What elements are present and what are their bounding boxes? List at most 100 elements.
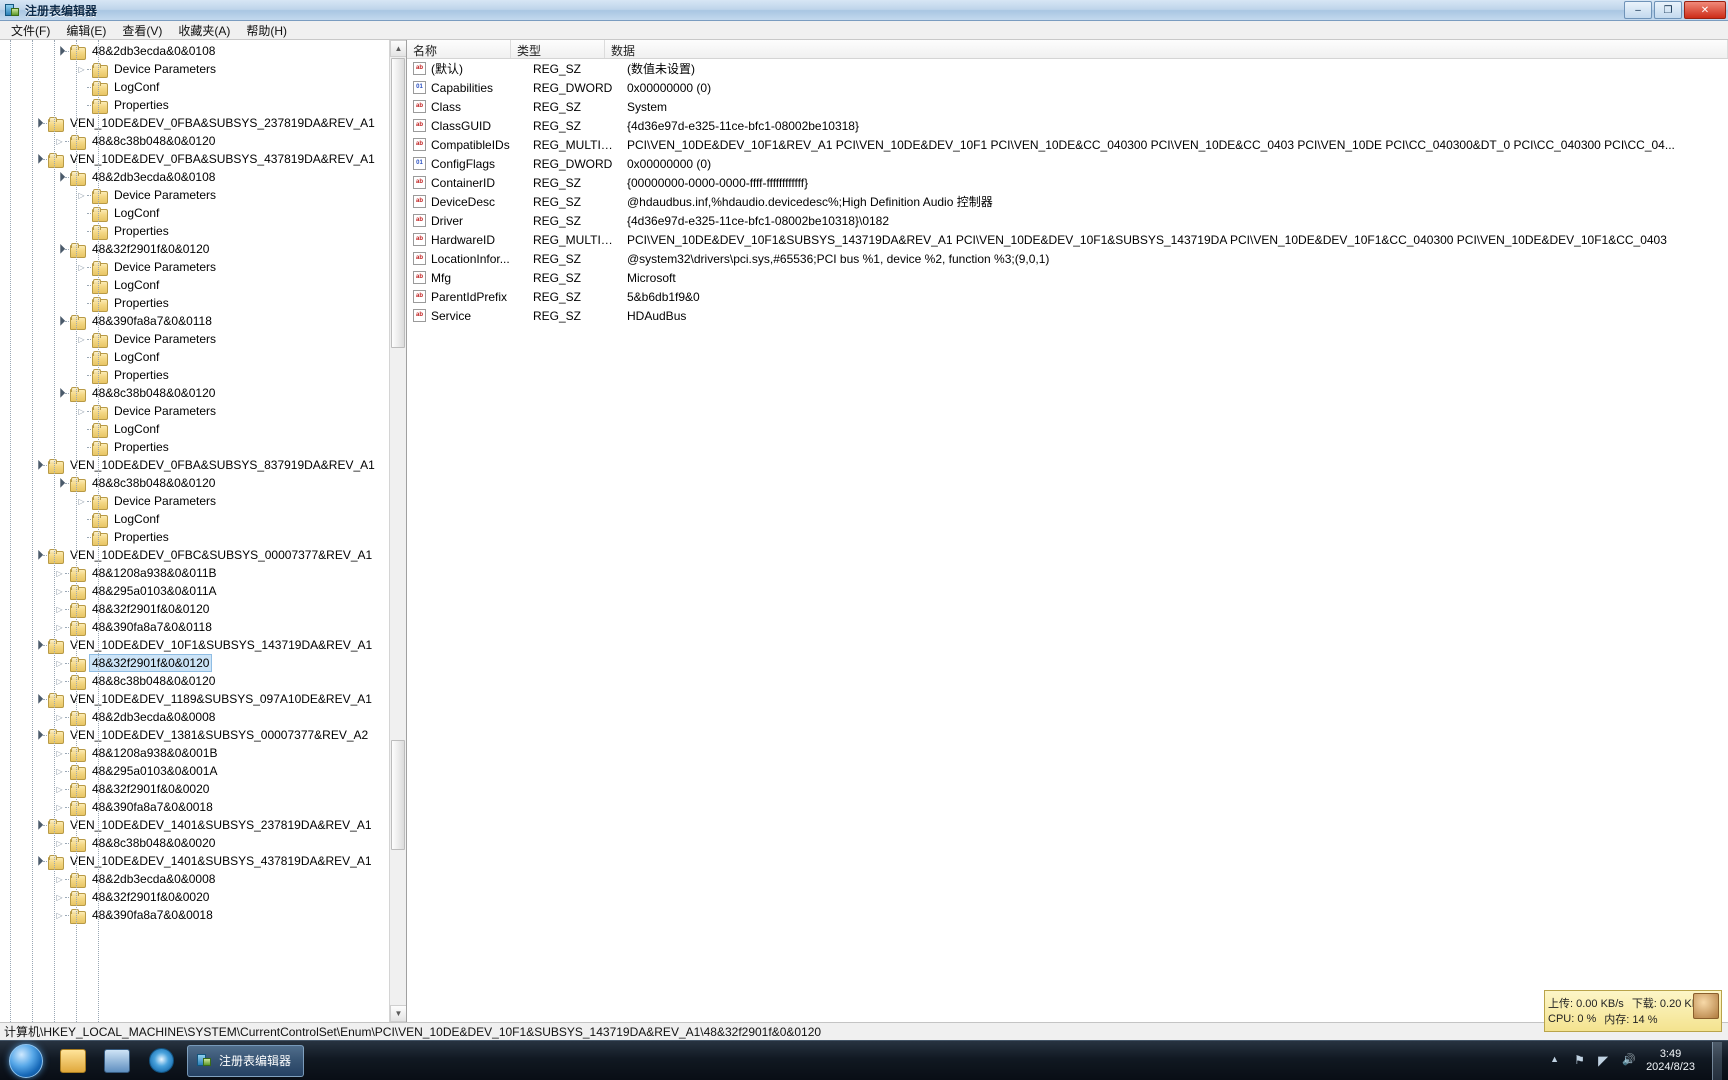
- scroll-thumb-lower[interactable]: [391, 740, 405, 850]
- tree-item[interactable]: 48&295a0103&0&001A: [0, 762, 389, 780]
- collapse-triangle-icon[interactable]: [54, 240, 65, 258]
- minimize-button[interactable]: –: [1624, 1, 1652, 19]
- tree-item[interactable]: 48&32f2901f&0&0020: [0, 780, 389, 798]
- taskbar-media-button[interactable]: [95, 1043, 139, 1079]
- collapse-triangle-icon[interactable]: [54, 474, 65, 492]
- menu-edit[interactable]: 编辑(E): [58, 20, 114, 41]
- tree-item[interactable]: Device Parameters: [0, 330, 389, 348]
- collapse-triangle-icon[interactable]: [32, 852, 43, 870]
- expand-triangle-icon[interactable]: [54, 888, 65, 906]
- expand-triangle-icon[interactable]: [54, 780, 65, 798]
- tree-item[interactable]: 48&8c38b048&0&0120: [0, 132, 389, 150]
- volume-icon[interactable]: [1622, 1053, 1637, 1068]
- tree-item[interactable]: Device Parameters: [0, 258, 389, 276]
- tree-item[interactable]: 48&32f2901f&0&0120: [0, 600, 389, 618]
- expand-triangle-icon[interactable]: [76, 402, 87, 420]
- network-icon[interactable]: [1598, 1053, 1613, 1068]
- tree-scrollbar[interactable]: ▲ ▼: [389, 40, 406, 1022]
- collapse-triangle-icon[interactable]: [32, 546, 43, 564]
- expand-triangle-icon[interactable]: [54, 708, 65, 726]
- scroll-down-arrow[interactable]: ▼: [390, 1005, 406, 1022]
- column-header-name[interactable]: 名称: [407, 40, 511, 58]
- menu-favorites[interactable]: 收藏夹(A): [170, 20, 238, 41]
- tree-item[interactable]: VEN_10DE&DEV_0FBA&SUBSYS_237819DA&REV_A1: [0, 114, 389, 132]
- tree-item[interactable]: 48&390fa8a7&0&0018: [0, 798, 389, 816]
- tree-item[interactable]: 48&2db3ecda&0&0008: [0, 870, 389, 888]
- value-row[interactable]: 01 ConfigFlags REG_DWORD 0x00000000 (0): [407, 154, 1728, 173]
- expand-triangle-icon[interactable]: [76, 492, 87, 510]
- collapse-triangle-icon[interactable]: [32, 726, 43, 744]
- collapse-triangle-icon[interactable]: [32, 456, 43, 474]
- collapse-triangle-icon[interactable]: [32, 150, 43, 168]
- value-row[interactable]: ab HardwareID REG_MULTI_SZ PCI\VEN_10DE&DEV…: [407, 230, 1728, 249]
- value-row[interactable]: ab Driver REG_SZ {4d36e97d-e325-11ce-bfc1-0…: [407, 211, 1728, 230]
- tree-item[interactable]: VEN_10DE&DEV_0FBA&SUBSYS_437819DA&REV_A1: [0, 150, 389, 168]
- expand-triangle-icon[interactable]: [54, 870, 65, 888]
- expand-triangle-icon[interactable]: [76, 258, 87, 276]
- values-list-pane[interactable]: 名称 类型 数据 ab (默认) REG_SZ (数值未设置) 01 Capabiliti…: [407, 40, 1728, 1022]
- tree-item[interactable]: 48&390fa8a7&0&0118: [0, 312, 389, 330]
- tree-item[interactable]: 48&1208a938&0&001B: [0, 744, 389, 762]
- value-row[interactable]: ab ParentIdPrefix REG_SZ 5&b6db1f9&0: [407, 287, 1728, 306]
- show-hidden-icons-icon[interactable]: [1550, 1053, 1565, 1068]
- maximize-button[interactable]: ❐: [1654, 1, 1682, 19]
- taskbar-explorer-button[interactable]: [51, 1043, 95, 1079]
- registry-tree[interactable]: 48&2db3ecda&0&0108 Device Parameters LogCo…: [0, 40, 389, 1022]
- tree-item[interactable]: 48&32f2901f&0&0120: [0, 240, 389, 258]
- tree-item[interactable]: Device Parameters: [0, 402, 389, 420]
- expand-triangle-icon[interactable]: [54, 600, 65, 618]
- expand-triangle-icon[interactable]: [54, 564, 65, 582]
- collapse-triangle-icon[interactable]: [54, 168, 65, 186]
- menu-file[interactable]: 文件(F): [3, 20, 58, 41]
- value-row[interactable]: ab DeviceDesc REG_SZ @hdaudbus.inf,%hdaudio…: [407, 192, 1728, 211]
- show-desktop-button[interactable]: [1712, 1041, 1722, 1080]
- action-center-flag-icon[interactable]: [1574, 1053, 1589, 1068]
- expand-triangle-icon[interactable]: [54, 618, 65, 636]
- tree-item[interactable]: 48&390fa8a7&0&0118: [0, 618, 389, 636]
- values-list-body[interactable]: ab (默认) REG_SZ (数值未设置) 01 Capabilities REG_DWO…: [407, 59, 1728, 325]
- tree-item[interactable]: Device Parameters: [0, 492, 389, 510]
- collapse-triangle-icon[interactable]: [32, 114, 43, 132]
- expand-triangle-icon[interactable]: [76, 330, 87, 348]
- tree-item[interactable]: 48&2db3ecda&0&0108: [0, 42, 389, 60]
- tree-item[interactable]: LogConf: [0, 510, 389, 528]
- tree-item[interactable]: VEN_10DE&DEV_1381&SUBSYS_00007377&REV_A2: [0, 726, 389, 744]
- expand-triangle-icon[interactable]: [54, 654, 65, 672]
- close-button[interactable]: ✕: [1684, 1, 1726, 19]
- tree-item[interactable]: Properties: [0, 222, 389, 240]
- tree-item[interactable]: VEN_10DE&DEV_10F1&SUBSYS_143719DA&REV_A1: [0, 636, 389, 654]
- taskbar-browser-button[interactable]: [139, 1043, 183, 1079]
- system-monitor-gadget[interactable]: 上传: 0.00 KB/s 下载: 0.20 KB/s CPU: 0 % 内存:…: [1544, 990, 1722, 1032]
- tree-item[interactable]: LogConf: [0, 420, 389, 438]
- expand-triangle-icon[interactable]: [54, 762, 65, 780]
- value-row[interactable]: ab ClassGUID REG_SZ {4d36e97d-e325-11ce-bfc…: [407, 116, 1728, 135]
- value-row[interactable]: ab Service REG_SZ HDAudBus: [407, 306, 1728, 325]
- expand-triangle-icon[interactable]: [76, 186, 87, 204]
- tree-item[interactable]: 48&2db3ecda&0&0008: [0, 708, 389, 726]
- tree-item[interactable]: 48&8c38b048&0&0120: [0, 474, 389, 492]
- tree-item[interactable]: LogConf: [0, 276, 389, 294]
- tree-item[interactable]: Properties: [0, 528, 389, 546]
- column-header-data[interactable]: 数据: [605, 40, 1728, 58]
- tree-item[interactable]: Properties: [0, 438, 389, 456]
- tree-item[interactable]: Properties: [0, 366, 389, 384]
- tree-item[interactable]: Device Parameters: [0, 186, 389, 204]
- tree-item[interactable]: Properties: [0, 294, 389, 312]
- taskbar-window-button-registry-editor[interactable]: 注册表编辑器: [187, 1044, 305, 1077]
- expand-triangle-icon[interactable]: [54, 672, 65, 690]
- tree-item[interactable]: VEN_10DE&DEV_1401&SUBSYS_437819DA&REV_A1: [0, 852, 389, 870]
- value-row[interactable]: 01 Capabilities REG_DWORD 0x00000000 (0): [407, 78, 1728, 97]
- tree-item[interactable]: 48&390fa8a7&0&0018: [0, 906, 389, 924]
- collapse-triangle-icon[interactable]: [32, 690, 43, 708]
- tree-item[interactable]: 48&295a0103&0&011A: [0, 582, 389, 600]
- value-row[interactable]: ab ContainerID REG_SZ {00000000-0000-0000-f…: [407, 173, 1728, 192]
- expand-triangle-icon[interactable]: [54, 582, 65, 600]
- window-title-bar[interactable]: 注册表编辑器 – ❐ ✕: [0, 0, 1728, 21]
- tree-item[interactable]: VEN_10DE&DEV_0FBC&SUBSYS_00007377&REV_A1: [0, 546, 389, 564]
- tree-item[interactable]: 48&32f2901f&0&0020: [0, 888, 389, 906]
- start-button[interactable]: [1, 1042, 51, 1080]
- value-row[interactable]: ab CompatibleIDs REG_MULTI_SZ PCI\VEN_10DE&…: [407, 135, 1728, 154]
- scroll-thumb[interactable]: [391, 58, 405, 348]
- tree-item[interactable]: VEN_10DE&DEV_1189&SUBSYS_097A10DE&REV_A1: [0, 690, 389, 708]
- collapse-triangle-icon[interactable]: [54, 312, 65, 330]
